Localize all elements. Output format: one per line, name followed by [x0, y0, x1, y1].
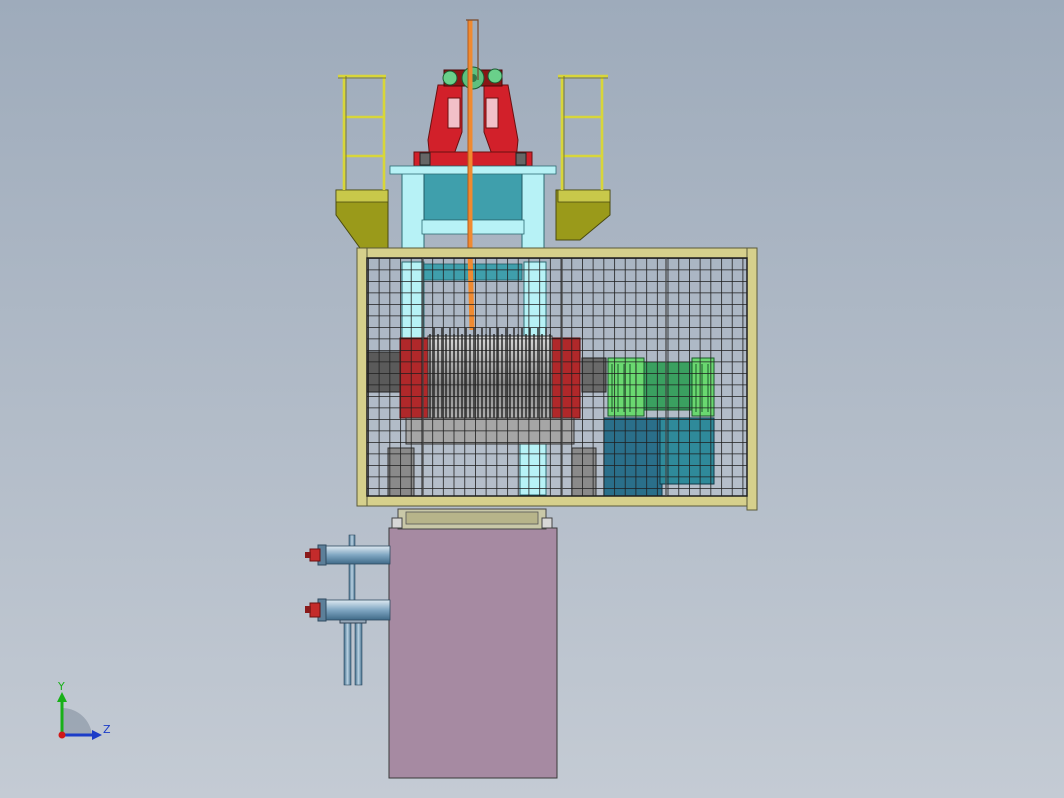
triad-z-label: Z	[103, 723, 111, 736]
cad-viewport[interactable]: Y Z	[0, 0, 1064, 798]
coordinate-triad: Y Z	[57, 680, 111, 740]
winch-hoist-model[interactable]: Y Z	[0, 0, 1064, 798]
railing-left[interactable]	[338, 74, 386, 190]
pipe-lower[interactable]	[317, 598, 391, 622]
valve-upper[interactable]	[305, 548, 321, 562]
railing-right[interactable]	[558, 74, 608, 190]
pipe-upper[interactable]	[317, 544, 391, 566]
triad-origin	[58, 731, 66, 739]
valve-lower[interactable]	[305, 602, 321, 618]
pipe-assembly[interactable]	[305, 534, 391, 686]
triad-y-label: Y	[57, 680, 65, 693]
pedestal[interactable]	[388, 508, 558, 779]
safety-cage[interactable]	[356, 247, 758, 511]
